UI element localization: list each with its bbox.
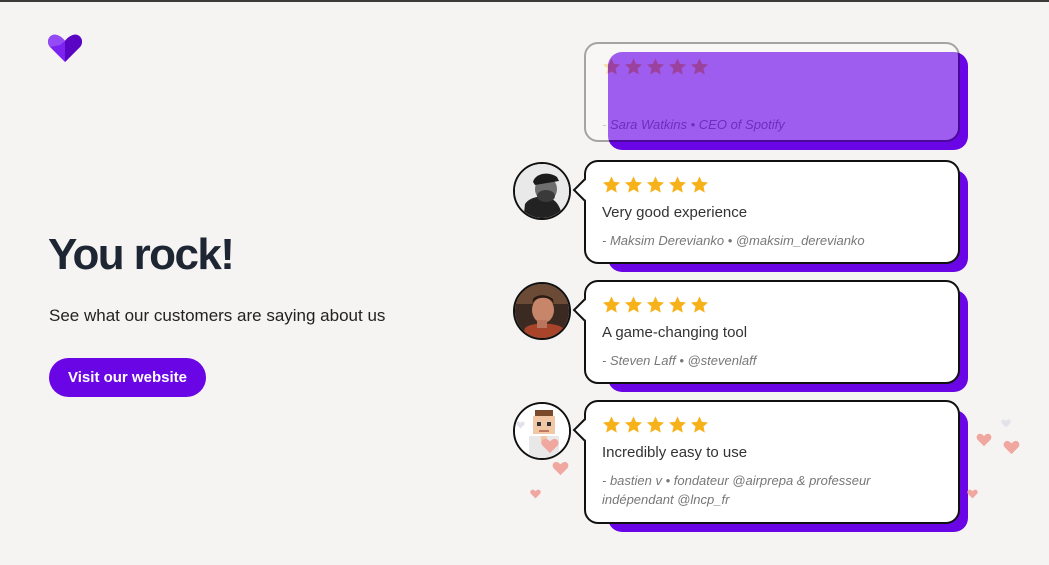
star-icon	[690, 416, 709, 433]
review-author: - Maksim Derevianko • @maksim_derevianko	[602, 233, 865, 248]
heart-icon	[516, 421, 525, 429]
star-icon	[602, 176, 621, 193]
star-icon	[624, 296, 643, 313]
review-card: - Sara Watkins • CEO of Spotify	[584, 42, 968, 150]
reviews-list: - Sara Watkins • CEO of Spotify Very goo…	[0, 2, 1049, 565]
star-icon	[668, 58, 687, 75]
star-icon	[646, 58, 665, 75]
star-icon	[668, 296, 687, 313]
speech-tail	[572, 418, 596, 442]
heart-icon	[541, 438, 559, 454]
review-title: Very good experience	[602, 204, 748, 221]
review-author: - bastien v • fondateur @airprepa & prof…	[602, 473, 871, 507]
star-rating	[602, 175, 943, 195]
star-icon	[690, 58, 709, 75]
star-icon	[646, 176, 665, 193]
star-rating	[602, 295, 943, 315]
heart-icon	[967, 489, 978, 499]
star-rating	[602, 415, 943, 435]
avatar	[513, 162, 571, 220]
heart-icon	[552, 461, 569, 476]
review-card-body: Incredibly easy to use - bastien v • fon…	[572, 400, 960, 524]
star-icon	[690, 176, 709, 193]
star-icon	[690, 296, 709, 313]
star-rating	[602, 57, 943, 77]
page: You rock! See what our customers are say…	[0, 0, 1049, 565]
star-icon	[646, 416, 665, 433]
star-icon	[602, 58, 621, 75]
review-card: Very good experience - Maksim Derevianko…	[572, 160, 968, 272]
star-icon	[624, 58, 643, 75]
review-author: - Steven Laff • @stevenlaff	[602, 353, 757, 368]
page-title: You rock!	[48, 230, 235, 279]
speech-tail	[572, 178, 596, 202]
star-icon	[646, 296, 665, 313]
star-icon	[668, 176, 687, 193]
review-card-body: A game-changing tool - Steven Laff • @st…	[572, 280, 960, 384]
review-card-body: Very good experience - Maksim Derevianko…	[572, 160, 960, 264]
heart-icon	[1003, 440, 1020, 455]
heart-logo-icon[interactable]	[48, 33, 82, 63]
visit-website-button[interactable]: Visit our website	[49, 358, 206, 397]
star-icon	[602, 296, 621, 313]
star-icon	[624, 416, 643, 433]
review-author: - Sara Watkins • CEO of Spotify	[602, 117, 785, 132]
speech-tail	[572, 298, 596, 322]
review-card: Incredibly easy to use - bastien v • fon…	[572, 400, 968, 532]
star-icon	[624, 176, 643, 193]
heart-icon	[1001, 419, 1011, 428]
review-card: A game-changing tool - Steven Laff • @st…	[572, 280, 968, 392]
review-title: A game-changing tool	[602, 324, 748, 341]
heart-icon	[530, 489, 541, 499]
avatar-bw-cap-icon	[515, 164, 569, 218]
heart-icon	[976, 433, 992, 447]
avatar-photo-icon	[515, 284, 569, 338]
review-card-body: - Sara Watkins • CEO of Spotify	[584, 42, 960, 142]
avatar	[513, 282, 571, 340]
page-subtitle: See what our customers are saying about …	[49, 306, 386, 325]
star-icon	[668, 416, 687, 433]
review-title: Incredibly easy to use	[602, 444, 748, 461]
star-icon	[602, 416, 621, 433]
